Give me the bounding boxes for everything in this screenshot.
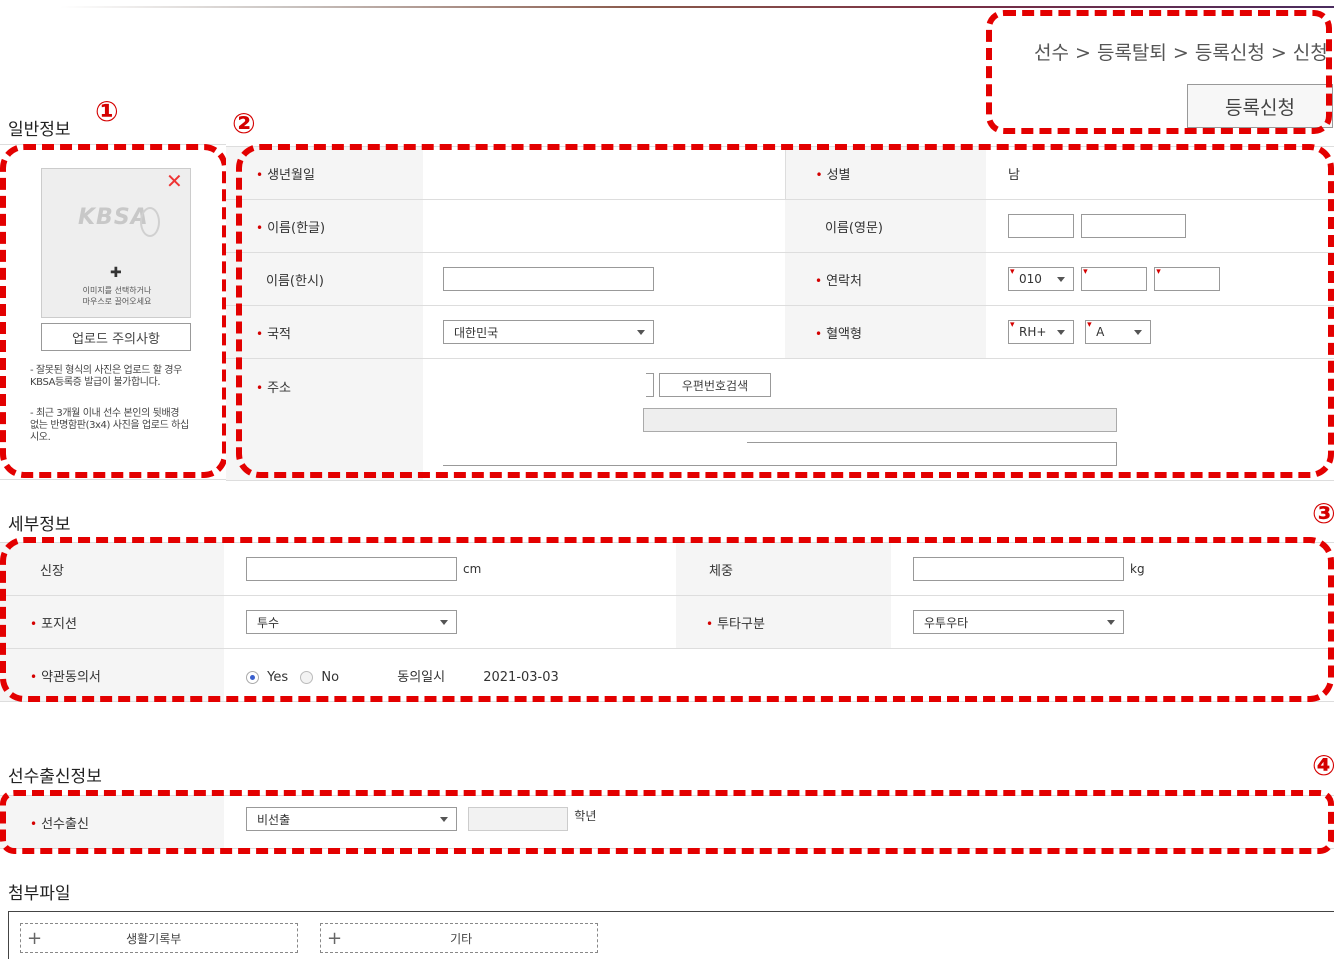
attach-etc-label: 기타	[450, 931, 473, 946]
blood-abo-select[interactable]: ▾ A	[1085, 320, 1152, 344]
plus-icon: +	[327, 927, 343, 949]
agree-date-label: 동의일시	[397, 669, 446, 685]
terms-cell: Yes No 동의일시 2021-03-03	[224, 648, 1334, 702]
phone-cell: ▾ 010 ▾ ▾	[986, 252, 1334, 306]
weight-unit: kg	[1130, 561, 1145, 576]
detail-info-table: 신장 cm 체중 kg • 포지션 투수 • 투타구분 우투우타 • 약관동의서 Ye…	[0, 542, 1334, 702]
name-en-label: 이름(영문)	[785, 199, 986, 253]
photo-note-2: - 최근 3개월 이내 선수 본인의 뒷배경 없는 반명함판(3x4) 사진을 …	[30, 408, 189, 443]
nationality-cell: 대한민국	[423, 305, 785, 359]
weight-label: 체중	[676, 542, 891, 596]
section-title-attachments: 첨부파일	[8, 884, 71, 904]
address-label: • 주소	[226, 358, 423, 481]
section-title-detail: 세부정보	[8, 515, 71, 535]
attach-etc-button[interactable]: + 기타	[320, 923, 598, 953]
yes-label: Yes	[267, 669, 289, 685]
height-input[interactable]	[246, 557, 457, 581]
gender-value: 남	[986, 146, 1334, 200]
position-select[interactable]: 투수	[246, 610, 457, 634]
position-label: • 포지션	[0, 595, 224, 649]
yes-radio[interactable]	[246, 670, 259, 684]
top-gradient-line	[60, 0, 1334, 8]
kbsa-logo-ring	[140, 207, 160, 237]
photo-note-1: - 잘못된 형식의 사진은 업로드 할 경우 KBSA등록증 발급이 불가합니다…	[30, 365, 182, 388]
agree-date-value: 2021-03-03	[483, 669, 559, 685]
gender-label: • 성별	[784, 146, 986, 200]
name-cn-label: 이름(한시)	[226, 252, 423, 306]
name-kr-label: • 이름(한글)	[226, 199, 423, 253]
phone-label: • 연락처	[785, 252, 986, 306]
register-button[interactable]: 등록신청	[1187, 84, 1333, 128]
bat-label: • 투타구분	[676, 595, 891, 649]
blood-cell: ▾ RH+ ▾ A	[986, 305, 1334, 359]
section-title-origin: 선수출신정보	[8, 767, 102, 787]
name-cn-cell	[423, 252, 785, 306]
blood-label: • 혈액형	[785, 305, 986, 359]
plus-icon: +	[27, 927, 43, 949]
nationality-label: • 국적	[226, 305, 423, 359]
no-radio[interactable]	[300, 670, 314, 684]
address-line1-input[interactable]	[643, 408, 1117, 432]
nationality-select[interactable]: 대한민국	[443, 320, 654, 344]
marker-2: ②	[232, 107, 256, 140]
birth-value	[423, 146, 785, 200]
bat-select[interactable]: 우투우타	[913, 610, 1124, 634]
origin-cell: 비선출 학년	[224, 795, 1334, 849]
name-en-cell	[986, 199, 1334, 253]
grade-input[interactable]	[468, 807, 569, 831]
weight-input[interactable]	[913, 557, 1124, 581]
photo-dropzone[interactable]: KBSA ✕ ✚ 이미지를 선택하거나 마우스로 끌어오세요	[41, 168, 191, 318]
marker-3: ③	[1312, 497, 1334, 530]
terms-label: • 약관동의서	[0, 648, 224, 702]
origin-table: • 선수출신 비선출 학년	[0, 795, 1334, 849]
phone-middle-input[interactable]: ▾	[1081, 267, 1148, 291]
zip-search-button[interactable]: 우편번호검색	[659, 373, 771, 397]
no-label: No	[321, 669, 340, 685]
address-line2-input[interactable]	[443, 442, 1117, 466]
height-cell: cm	[224, 542, 676, 596]
name-kr-value	[423, 199, 785, 253]
height-label: 신장	[0, 542, 224, 596]
add-image-icon: ✚	[110, 265, 122, 281]
general-info-table: • 생년월일 • 성별 남 • 이름(한글) 이름(영문) 이름(한시) • 연락처 ▾…	[226, 146, 1334, 481]
photo-hint: 이미지를 선택하거나 마우스로 끌어오세요	[82, 286, 152, 306]
name-cn-input[interactable]	[443, 267, 654, 291]
marker-4: ④	[1312, 749, 1334, 782]
attach-record-label: 생활기록부	[126, 931, 182, 946]
kbsa-logo: KBSA	[78, 205, 149, 230]
address-line2-topline	[747, 442, 1117, 443]
close-icon[interactable]: ✕	[166, 169, 183, 193]
section-title-general: 일반정보	[8, 120, 71, 140]
address-cell: 우편번호검색	[423, 358, 1334, 481]
weight-cell: kg	[891, 542, 1334, 596]
origin-label: • 선수출신	[0, 795, 224, 849]
zip-input[interactable]	[646, 373, 654, 397]
attach-record-button[interactable]: + 생활기록부	[20, 923, 298, 953]
origin-select[interactable]: 비선출	[246, 807, 457, 831]
breadcrumb: 선수 > 등록탈퇴 > 등록신청 > 신청	[1034, 42, 1328, 64]
name-en-last-input[interactable]	[1008, 214, 1074, 238]
height-unit: cm	[463, 561, 482, 576]
name-en-first-input[interactable]	[1081, 214, 1187, 238]
marker-1: ①	[95, 95, 119, 128]
phone-last-input[interactable]: ▾	[1154, 267, 1221, 291]
birth-label: • 생년월일	[226, 146, 423, 200]
blood-rh-select[interactable]: ▾ RH+	[1008, 320, 1074, 344]
bat-cell: 우투우타	[891, 595, 1334, 649]
grade-unit: 학년	[574, 809, 597, 823]
upload-notice-button[interactable]: 업로드 주의사항	[41, 323, 191, 351]
phone-prefix-select[interactable]: ▾ 010	[1008, 267, 1074, 291]
position-cell: 투수	[224, 595, 676, 649]
